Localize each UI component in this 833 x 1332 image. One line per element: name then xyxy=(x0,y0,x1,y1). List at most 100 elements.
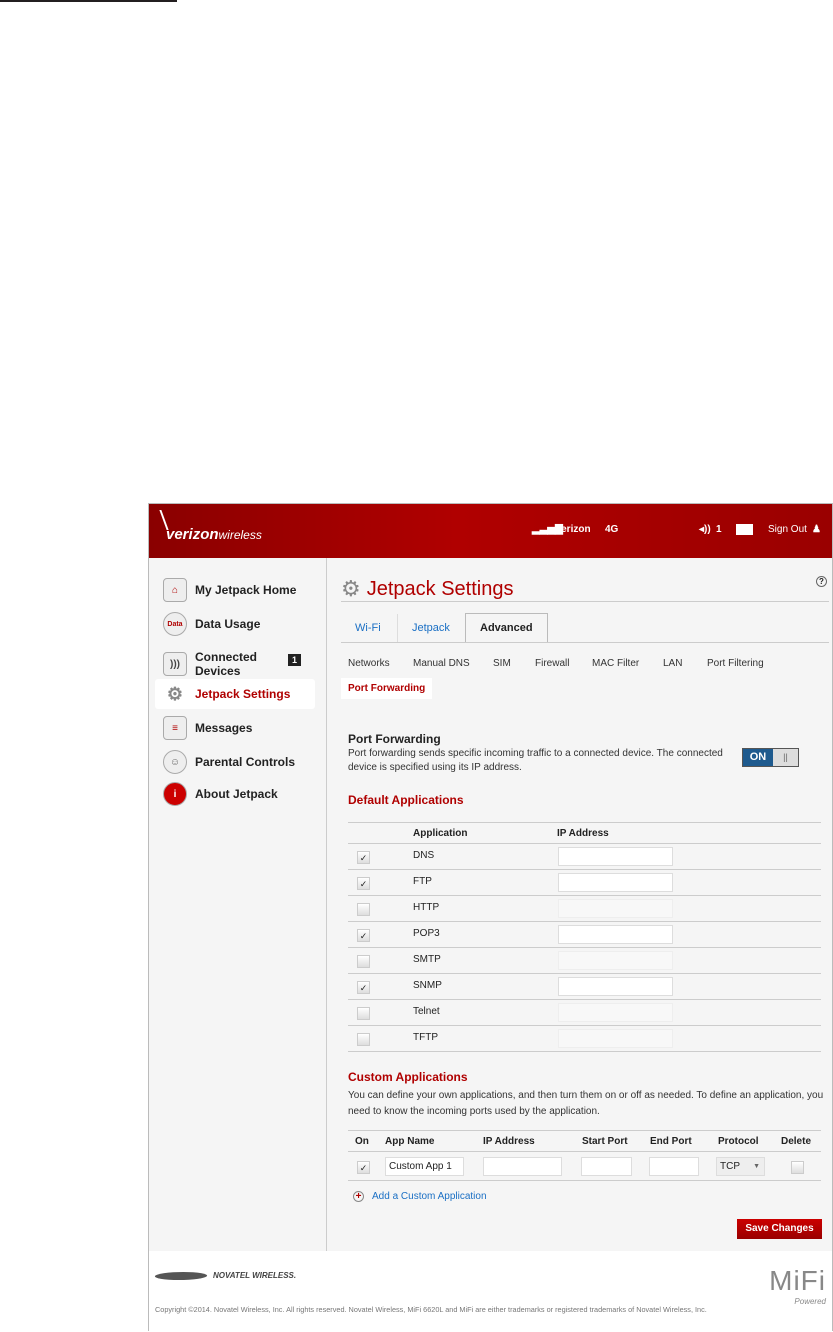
novatel-logo: NOVATEL WIRELESS. xyxy=(152,1271,296,1280)
label: Data Usage xyxy=(195,617,261,631)
enable-checkbox[interactable]: ✓ xyxy=(357,877,370,890)
label: Messages xyxy=(195,721,253,735)
ip-address-input[interactable] xyxy=(558,873,673,892)
ip-address-input[interactable] xyxy=(558,925,673,944)
col-application: Application xyxy=(413,828,468,839)
start-port-input[interactable] xyxy=(581,1157,632,1176)
application-name: SNMP xyxy=(413,980,442,991)
enable-checkbox[interactable] xyxy=(357,1007,370,1020)
end-port-input[interactable] xyxy=(649,1157,699,1176)
app-name-input[interactable]: Custom App 1 xyxy=(385,1157,464,1176)
info-icon: i xyxy=(163,782,187,806)
sidebar: ⌂ My Jetpack Home Data Data Usage ))) Conne… xyxy=(149,558,327,1251)
mifi-logo: MiFi xyxy=(769,1265,826,1296)
messages-icon: ≡ xyxy=(163,716,187,740)
col-ip-address: IP Address xyxy=(557,828,609,839)
gear-icon: ⚙ xyxy=(166,683,184,704)
sidebar-item-data-usage[interactable]: Data Data Usage xyxy=(155,609,315,639)
sidebar-item-parental-controls[interactable]: ☺ Parental Controls xyxy=(155,747,315,777)
enable-checkbox[interactable]: ✓ xyxy=(357,929,370,942)
default-app-row: ✓ DNS xyxy=(348,844,821,870)
label: About Jetpack xyxy=(195,787,278,801)
toggle-handle: || xyxy=(773,749,798,766)
subtab-port-filtering[interactable]: Port Filtering xyxy=(707,658,764,669)
application-name: SMTP xyxy=(413,954,441,965)
custom-table-header: On App Name IP Address Start Port End Po… xyxy=(348,1130,821,1152)
ip-address-input[interactable] xyxy=(558,847,673,866)
enable-checkbox[interactable] xyxy=(357,903,370,916)
col-start-port: Start Port xyxy=(582,1136,628,1147)
application-name: FTP xyxy=(413,876,432,887)
custom-app-row: ✓ Custom App 1 TCP ▼ xyxy=(348,1152,821,1181)
delete-checkbox[interactable] xyxy=(791,1161,804,1174)
label: Jetpack Settings xyxy=(195,687,291,701)
save-changes-button[interactable]: Save Changes xyxy=(737,1219,822,1239)
network-label: 4G xyxy=(605,524,619,535)
enable-checkbox[interactable] xyxy=(357,1033,370,1046)
subtab-mac-filter[interactable]: MAC Filter xyxy=(592,658,639,669)
ip-address-input[interactable] xyxy=(558,951,673,970)
col-app-name: App Name xyxy=(385,1136,435,1147)
subtab-manual-dns[interactable]: Manual DNS xyxy=(413,658,470,669)
col-end-port: End Port xyxy=(650,1136,692,1147)
subtab-networks[interactable]: Networks xyxy=(348,658,390,669)
application-name: POP3 xyxy=(413,928,440,939)
default-applications-heading: Default Applications xyxy=(348,793,464,807)
port-forwarding-heading: Port Forwarding xyxy=(348,732,441,746)
toggle-on: ON xyxy=(743,749,773,766)
subtab-sim[interactable]: SIM xyxy=(493,658,511,669)
data-globe-icon: Data xyxy=(163,612,187,636)
tab-wifi[interactable]: Wi-Fi xyxy=(341,614,395,642)
ip-address-input[interactable] xyxy=(558,1003,673,1022)
device-icon: ))) xyxy=(163,652,187,676)
ip-address-input[interactable] xyxy=(483,1157,562,1176)
subtab-firewall[interactable]: Firewall xyxy=(535,658,569,669)
ip-address-input[interactable] xyxy=(558,977,673,996)
subtab-port-forwarding[interactable]: Port Forwarding xyxy=(341,678,433,699)
footer: NOVATEL WIRELESS. MiFi Powered Copyright… xyxy=(149,1251,832,1332)
default-table-header: Application IP Address xyxy=(348,822,821,844)
copyright: Copyright ©2014. Novatel Wireless, Inc. … xyxy=(155,1305,707,1314)
application-name: Telnet xyxy=(413,1006,440,1017)
subtab-lan[interactable]: LAN xyxy=(663,658,682,669)
help-icon[interactable]: ? xyxy=(816,576,827,587)
sidebar-item-messages[interactable]: ≡ Messages xyxy=(155,713,315,743)
default-app-row: ✓ POP3 xyxy=(348,922,821,948)
page-title: ⚙ Jetpack Settings xyxy=(341,576,513,602)
tab-jetpack[interactable]: Jetpack xyxy=(397,614,464,642)
wifi-devices-icon: ◂)) xyxy=(699,524,711,535)
custom-app-on-checkbox[interactable]: ✓ xyxy=(357,1161,370,1174)
col-ip-address: IP Address xyxy=(483,1136,535,1147)
chevron-down-icon: ▼ xyxy=(753,1163,760,1170)
top-rule xyxy=(0,0,177,2)
protocol-select[interactable]: TCP ▼ xyxy=(716,1157,765,1176)
ip-address-input[interactable] xyxy=(558,1029,673,1048)
application-name: TFTP xyxy=(413,1032,438,1043)
ip-address-input[interactable] xyxy=(558,899,673,918)
mifi-powered: Powered xyxy=(794,1297,826,1306)
port-forwarding-toggle[interactable]: ON || xyxy=(742,748,799,767)
home-icon: ⌂ xyxy=(163,578,187,602)
add-link-text: Add a Custom Application xyxy=(372,1191,487,1202)
tab-advanced[interactable]: Advanced xyxy=(465,613,548,643)
add-custom-application-link[interactable]: + Add a Custom Application xyxy=(353,1191,487,1202)
devices-badge: 1 xyxy=(287,654,301,666)
enable-checkbox[interactable] xyxy=(357,955,370,968)
default-app-row: ✓ FTP xyxy=(348,870,821,896)
sidebar-item-home[interactable]: ⌂ My Jetpack Home xyxy=(155,575,315,605)
sign-out-link[interactable]: Sign Out xyxy=(768,524,807,535)
connected-count: 1 xyxy=(716,524,722,535)
enable-checkbox[interactable]: ✓ xyxy=(357,981,370,994)
label: Parental Controls xyxy=(195,755,296,769)
protocol-value: TCP xyxy=(720,1161,740,1172)
sidebar-item-jetpack-settings[interactable]: ⚙ Jetpack Settings xyxy=(155,679,315,709)
label: Connected Devices xyxy=(195,650,258,678)
brand-suffix: wireless xyxy=(218,528,262,542)
sidebar-item-about[interactable]: i About Jetpack xyxy=(155,779,315,809)
verizon-logo: verizonwireless xyxy=(166,526,262,543)
sidebar-item-connected-devices[interactable]: ))) Connected Devices 1 xyxy=(155,646,315,682)
header-bar: verizonwireless ▂▃▅▇ Verizon 4G ◂)) 1 Si… xyxy=(149,504,832,558)
default-app-row: Telnet xyxy=(348,1000,821,1026)
enable-checkbox[interactable]: ✓ xyxy=(357,851,370,864)
gear-icon: ⚙ xyxy=(341,576,361,601)
